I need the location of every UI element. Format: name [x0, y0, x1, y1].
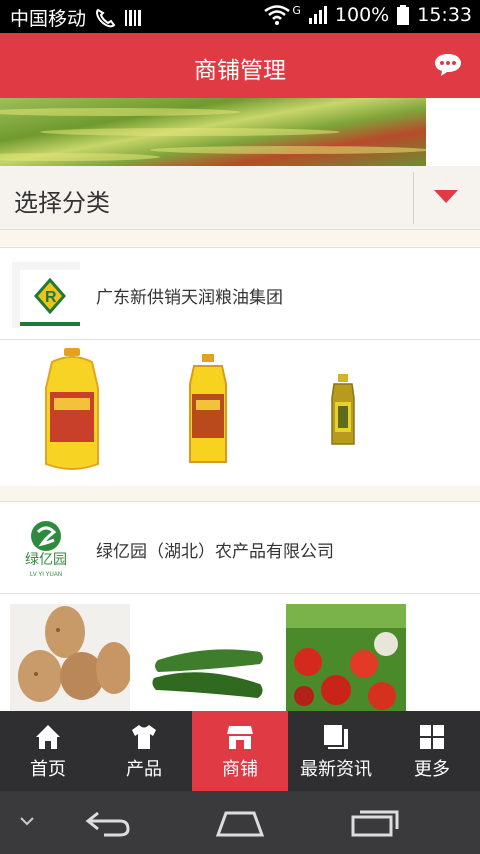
shop-logo[interactable]: 绿亿园 LV YI YUAN — [12, 516, 80, 582]
network-type-label: G — [292, 3, 301, 17]
chat-icon[interactable] — [434, 53, 462, 77]
banner-image[interactable] — [0, 98, 426, 166]
bottom-tab-bar: 首页 产品 商铺 最新资讯 更多 — [0, 711, 480, 791]
logo-subtext: LV YI YUAN — [30, 572, 62, 578]
news-icon — [324, 725, 348, 749]
product-image[interactable] — [186, 354, 230, 466]
tab-news[interactable]: 最新资讯 — [288, 711, 384, 791]
shop-logo[interactable]: R — [12, 262, 80, 328]
tab-label: 产品 — [126, 759, 162, 780]
clock: 15:33 — [417, 4, 472, 26]
section-gap — [0, 230, 480, 248]
barcode-icon — [125, 9, 142, 26]
tab-label: 最新资讯 — [300, 759, 372, 780]
back-icon[interactable] — [84, 809, 132, 837]
logo-text: 绿亿园 — [25, 552, 67, 568]
recent-apps-icon[interactable] — [350, 807, 400, 837]
product-image[interactable] — [150, 642, 266, 708]
shop-product-row — [0, 594, 480, 714]
store-icon — [227, 726, 253, 749]
battery-icon — [397, 5, 410, 25]
tab-stores[interactable]: 商铺 — [192, 711, 288, 791]
tab-products[interactable]: 产品 — [96, 711, 192, 791]
call-icon — [96, 8, 116, 27]
tab-label: 商铺 — [222, 759, 258, 780]
status-bar: 中国移动 G 100% 15:33 — [0, 0, 480, 33]
selector-divider — [413, 172, 414, 224]
dropdown-arrow-icon[interactable] — [434, 190, 458, 203]
signal-icon — [308, 6, 327, 24]
app-header: 商铺管理 — [0, 33, 480, 98]
tab-label: 更多 — [414, 759, 450, 780]
svg-text:R: R — [45, 289, 57, 306]
shirt-icon — [132, 725, 156, 749]
carrier-label: 中国移动 — [10, 8, 87, 30]
shop-name: 广东新供销天润粮油集团 — [96, 288, 283, 308]
tab-more[interactable]: 更多 — [384, 711, 480, 791]
product-image[interactable] — [330, 374, 356, 448]
shop-card-header[interactable]: 绿亿园 LV YI YUAN 绿亿园（湖北）农产品有限公司 — [0, 502, 480, 594]
system-nav-bar — [0, 791, 480, 854]
wifi-icon — [264, 5, 291, 25]
tab-home[interactable]: 首页 — [0, 711, 96, 791]
shop-product-row — [0, 340, 480, 486]
product-image[interactable] — [286, 604, 406, 714]
tab-label: 首页 — [30, 759, 66, 780]
category-selector[interactable]: 选择分类 — [0, 166, 480, 230]
shop-card-header[interactable]: R 广东新供销天润粮油集团 — [0, 248, 480, 340]
shop-name: 绿亿园（湖北）农产品有限公司 — [96, 542, 334, 562]
home-icon — [36, 725, 60, 749]
chevron-down-icon[interactable] — [18, 815, 36, 827]
category-label: 选择分类 — [14, 189, 110, 217]
grid-icon — [420, 725, 444, 749]
home-nav-icon[interactable] — [214, 809, 266, 837]
page-title: 商铺管理 — [194, 58, 286, 84]
product-image[interactable] — [42, 348, 102, 472]
battery-percent: 100% — [334, 4, 390, 26]
section-gap — [0, 486, 480, 502]
product-image[interactable] — [10, 604, 130, 714]
banner-side-space — [426, 98, 480, 166]
